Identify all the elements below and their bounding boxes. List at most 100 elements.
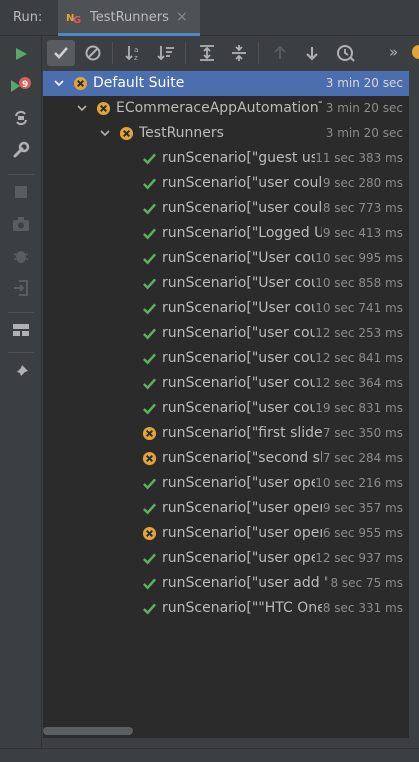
toolbar-separator	[8, 352, 34, 353]
test-duration: 10 sec 216 ms	[315, 476, 403, 490]
test-row[interactable]: runScenario["user could 19 sec 831 ms	[43, 396, 409, 421]
tree-node[interactable]: TestRunners 3 min 20 sec	[43, 121, 409, 146]
test-duration: 8 sec 331 ms	[322, 601, 403, 615]
tab-testrunners[interactable]: N G TestRunners ×	[58, 0, 200, 36]
status-indicator-icon	[412, 45, 419, 59]
test-duration: 9 sec 280 ms	[322, 176, 403, 190]
ignored-test-icon	[96, 101, 111, 116]
test-row[interactable]: runScenario["user could 12 sec 841 ms	[43, 346, 409, 371]
toolbar-separator	[185, 42, 186, 64]
ignored-icon	[85, 45, 101, 61]
test-name: runScenario["User coulc	[162, 275, 315, 291]
screenshot-button[interactable]	[9, 212, 33, 236]
toolbar-separator	[112, 42, 113, 64]
test-duration: 6 sec 955 ms	[322, 526, 403, 540]
test-row[interactable]: runScenario["user opens10 sec 216 ms	[43, 471, 409, 496]
arrow-up-icon	[274, 45, 286, 59]
toolbar-overflow-button[interactable]: »	[389, 43, 398, 61]
test-tree[interactable]: runScenario[""HTC One M8 sec 331 msrunSc…	[43, 71, 409, 738]
svg-text:G: G	[73, 15, 81, 25]
sort-duration-icon	[157, 46, 174, 61]
sort-alphabetically-button[interactable]: a z	[120, 40, 148, 66]
test-row[interactable]: runScenario["user could l9 sec 280 ms	[43, 171, 409, 196]
ignored-test-icon	[73, 76, 88, 91]
camera-icon	[13, 217, 29, 231]
sort-by-duration-button[interactable]	[152, 40, 180, 66]
sort-alpha-icon: a z	[125, 46, 138, 62]
arrow-down-icon	[306, 47, 318, 61]
test-name: runScenario["user opens	[162, 525, 322, 541]
stop-button[interactable]	[9, 180, 33, 204]
test-duration: 3 min 20 sec	[325, 126, 403, 140]
svg-text:z: z	[134, 54, 138, 62]
previous-failed-button[interactable]	[266, 40, 294, 66]
history-icon	[337, 45, 355, 62]
test-name: runScenario["user could	[162, 400, 315, 416]
test-name: runScenario["second slid	[162, 450, 322, 466]
toolbar-separator	[8, 312, 34, 313]
test-row[interactable]: runScenario["User coulc 10 sec 741 ms	[43, 296, 409, 321]
layout-button[interactable]	[9, 318, 33, 342]
chevron-down-icon[interactable]	[53, 77, 65, 89]
test-row[interactable]: runScenario["first slider i7 sec 350 ms	[43, 421, 409, 446]
test-row[interactable]: runScenario["user could l8 sec 773 ms	[43, 196, 409, 221]
test-row[interactable]: runScenario["User coulc 10 sec 858 ms	[43, 271, 409, 296]
test-row[interactable]: runScenario["Logged Use9 sec 413 ms	[43, 221, 409, 246]
chevron-down-icon[interactable]	[76, 102, 88, 114]
import-tests-button[interactable]	[9, 276, 33, 300]
run-tool-window-header: Run: N G TestRunners ×	[0, 0, 419, 36]
show-ignored-button[interactable]	[79, 40, 107, 66]
next-failed-button[interactable]	[298, 40, 326, 66]
settings-button[interactable]	[9, 138, 33, 162]
bug-icon	[13, 251, 29, 263]
test-duration: 10 sec 858 ms	[315, 276, 403, 290]
test-duration: 12 sec 841 ms	[315, 351, 403, 365]
passed-check-icon	[143, 203, 157, 215]
test-row[interactable]: runScenario["user could 12 sec 253 ms	[43, 321, 409, 346]
test-row[interactable]: runScenario["user add "H 8 sec 75 ms	[43, 571, 409, 596]
tree-node[interactable]: ECommeraceAppAutomationTe 3 min 20 sec	[43, 96, 409, 121]
toolbar-separator	[8, 174, 34, 175]
chevron-down-icon[interactable]	[99, 127, 111, 139]
passed-check-icon	[143, 553, 157, 565]
test-toolbar: a z »	[42, 36, 419, 70]
test-name: runScenario["User coulc	[162, 300, 315, 316]
test-row[interactable]: runScenario["user could 12 sec 364 ms	[43, 371, 409, 396]
refresh-toggle-icon	[15, 110, 27, 126]
passed-check-icon	[143, 153, 157, 165]
test-row[interactable]: runScenario["user opens 6 sec 955 ms	[43, 521, 409, 546]
test-row[interactable]: runScenario["User coulc 10 sec 995 ms	[43, 246, 409, 271]
collapse-all-button[interactable]	[225, 40, 253, 66]
test-duration: 12 sec 364 ms	[315, 376, 403, 390]
bottom-tool-strip	[0, 748, 419, 762]
test-history-button[interactable]	[332, 40, 360, 66]
test-duration: 12 sec 937 ms	[315, 551, 403, 565]
close-icon[interactable]: ×	[176, 9, 188, 25]
test-row[interactable]: runScenario["user opens 9 sec 357 ms	[43, 496, 409, 521]
test-name: ECommeraceAppAutomationTe	[116, 100, 322, 116]
test-row[interactable]: runScenario["guest user11 sec 383 ms	[43, 146, 409, 171]
rerun-button[interactable]	[9, 42, 33, 66]
test-duration: 7 sec 350 ms	[322, 426, 403, 440]
pin-button[interactable]	[9, 360, 33, 384]
passed-check-icon	[143, 403, 157, 415]
debug-button[interactable]	[9, 244, 33, 268]
show-passed-button[interactable]	[47, 40, 75, 66]
expand-all-button[interactable]	[193, 40, 221, 66]
test-name: runScenario["user opens	[162, 475, 315, 491]
test-name: runScenario["user add "H	[162, 575, 328, 591]
passed-check-icon	[143, 278, 157, 290]
wrench-icon	[13, 141, 30, 158]
passed-check-icon	[143, 253, 157, 265]
scrollbar-thumb[interactable]	[43, 727, 133, 735]
rerun-failed-button[interactable]: 9	[9, 74, 33, 98]
toggle-auto-test-button[interactable]	[9, 106, 33, 130]
tree-node[interactable]: Default Suite 3 min 20 sec	[43, 71, 409, 96]
test-row[interactable]: runScenario["user opens12 sec 937 ms	[43, 546, 409, 571]
test-name: Default Suite	[93, 75, 185, 91]
test-name: runScenario["User coulc	[162, 250, 315, 266]
horizontal-scrollbar[interactable]	[43, 724, 409, 738]
test-row[interactable]: runScenario["second slid 7 sec 284 ms	[43, 446, 409, 471]
test-name: TestRunners	[139, 125, 224, 141]
test-row[interactable]: runScenario[""HTC One M8 sec 331 ms	[43, 596, 409, 621]
